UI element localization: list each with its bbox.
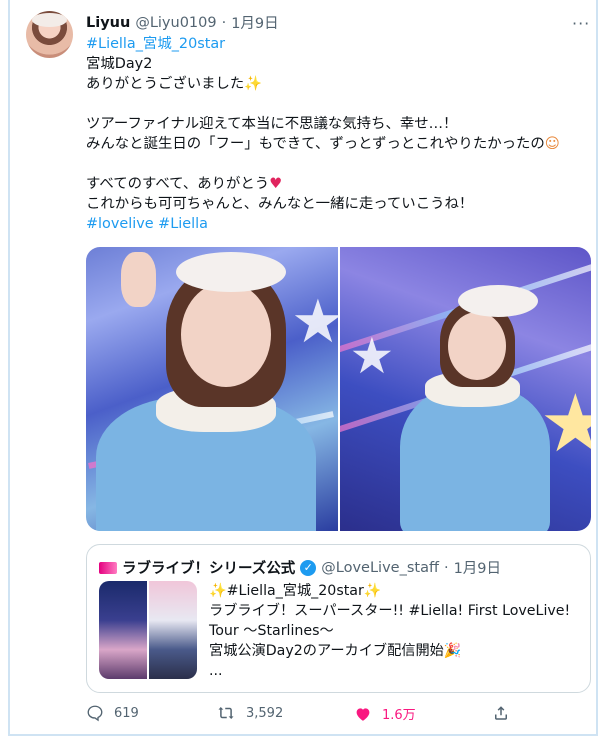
red-heart-emoji-icon: ♥	[269, 176, 283, 192]
quoted-photo-1	[99, 581, 147, 679]
tweet-header: Liyuu @Liyu0109 · 1月9日	[86, 12, 279, 33]
hashtag-link[interactable]: #Liella_宮城_20star	[86, 34, 591, 54]
sparkles-emoji-icon: ✨	[244, 76, 263, 92]
quoted-line: ラブライブ！スーパースター!! #Liella! First LoveLive!	[209, 603, 571, 619]
quoted-line: ✨#Liella_宮城_20star✨	[209, 581, 584, 601]
quoted-line: 宮城公演Day2のアーカイブ配信開始🎉	[209, 643, 462, 659]
tweet-line: ありがとうございました✨	[86, 76, 263, 92]
tweet-line: ツアーファイナル迎えて本当に不思議な気持ち、幸せ…！	[86, 116, 458, 132]
quoted-date[interactable]: 1月9日	[454, 557, 501, 578]
retweet-button[interactable]: 3,592	[216, 704, 283, 722]
like-count: 1.6万	[382, 708, 416, 723]
smiling-face-emoji-icon: ☺	[544, 136, 560, 152]
reply-count: 619	[114, 705, 139, 721]
quoted-handle[interactable]: @LoveLive_staff	[321, 560, 439, 576]
photo-2[interactable]: ★ ★	[339, 247, 591, 531]
tweet-line: 宮城Day2	[86, 56, 153, 72]
hashtag-link[interactable]: #lovelive #Liella	[86, 214, 591, 234]
like-button[interactable]: 1.6万	[354, 704, 416, 723]
more-options-icon[interactable]: ···	[572, 14, 590, 33]
share-button[interactable]	[492, 704, 510, 722]
tweet-line-blank	[86, 154, 591, 174]
heart-icon	[354, 705, 372, 723]
quoted-line: Tour 〜Starlines〜	[209, 623, 334, 639]
tweet-line: すべてのすべて、ありがとう♥	[86, 176, 283, 192]
user-handle[interactable]: @Liyu0109	[135, 15, 216, 31]
photo-1[interactable]: ★	[86, 247, 338, 531]
tweet-line-blank	[86, 94, 591, 114]
quoted-separator: ·	[443, 559, 449, 576]
tweet-actions: 619 3,592 1.6万	[86, 704, 526, 728]
tweet-line: これからも可可ちゃんと、みんなと一緒に走っていこうね！	[86, 196, 474, 212]
avatar[interactable]	[26, 11, 73, 58]
share-icon	[492, 704, 510, 722]
quoted-text: ✨#Liella_宮城_20star✨ ラブライブ！スーパースター!! #Lie…	[209, 581, 584, 681]
party-popper-emoji-icon: 🎉	[443, 643, 462, 659]
verified-badge-icon: ✓	[300, 559, 317, 576]
star-decoration-icon: ★	[349, 327, 395, 385]
sparkles-emoji-icon: ✨	[363, 583, 382, 599]
sparkles-emoji-icon: ✨	[209, 583, 227, 599]
quoted-tweet[interactable]: ラブライブ！シリーズ公式 ✓ @LoveLive_staff · 1月9日 ✨#…	[86, 544, 591, 693]
quoted-hashtag: #Liella_宮城_20star	[226, 583, 364, 599]
quoted-media-thumbnail[interactable]	[99, 581, 197, 679]
header-separator: ·	[221, 14, 227, 31]
quoted-line: ...	[209, 663, 223, 679]
quoted-tweet-header: ラブライブ！シリーズ公式 ✓ @LoveLive_staff · 1月9日	[99, 557, 501, 578]
tweet-line: みんなと誕生日の「フー」もできて、ずっとずっとこれやりたかったの☺	[86, 136, 560, 152]
quoted-account-name[interactable]: ラブライブ！シリーズ公式	[122, 557, 295, 578]
tweet-media: ★ ★ ★	[86, 247, 591, 531]
display-name[interactable]: Liyuu	[86, 15, 130, 31]
retweet-count: 3,592	[246, 705, 284, 721]
tweet-text: #Liella_宮城_20star 宮城Day2 ありがとうございました✨ ツア…	[86, 34, 591, 234]
reply-icon	[86, 704, 104, 722]
star-decoration-icon: ★	[291, 287, 338, 357]
quoted-photo-2	[149, 581, 197, 679]
retweet-icon	[216, 704, 236, 722]
tweet-date[interactable]: 1月9日	[231, 12, 278, 33]
reply-button[interactable]: 619	[86, 704, 139, 722]
lovelive-logo-icon	[99, 561, 117, 574]
